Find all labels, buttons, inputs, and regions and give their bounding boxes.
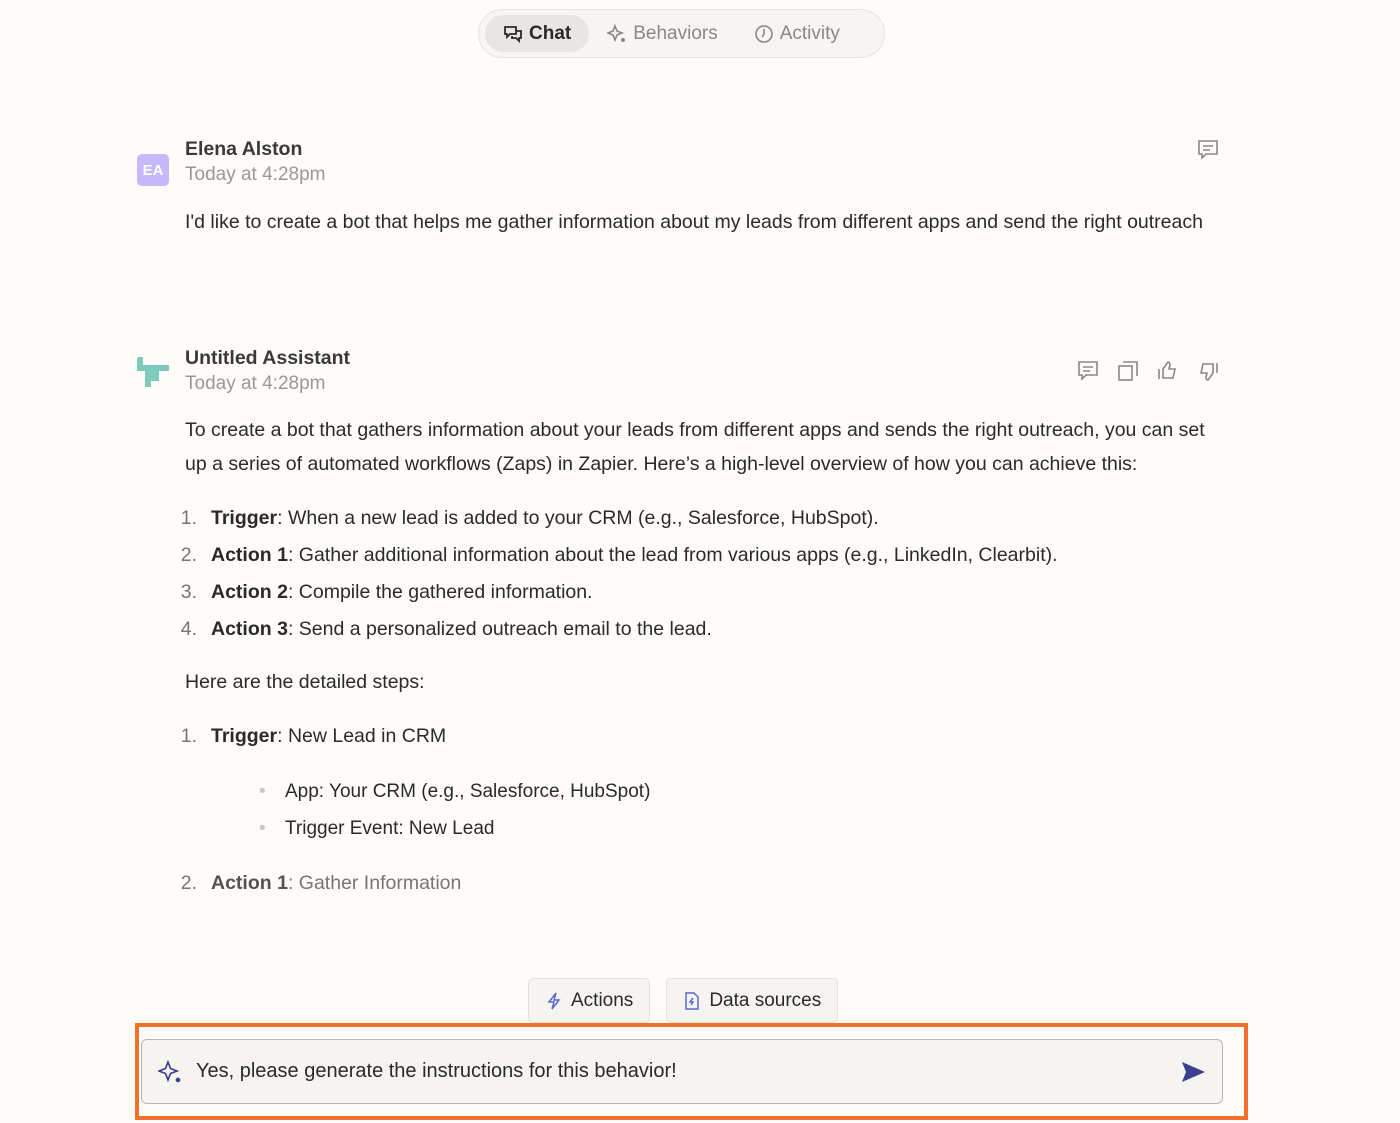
lightning-icon: [547, 992, 561, 1009]
list-item: 3. Action 2: Compile the gathered informa…: [180, 581, 593, 603]
timestamp: Today at 4:28pm: [185, 373, 326, 394]
thumbs-up-icon[interactable]: [1156, 359, 1180, 383]
tab-label: Behaviors: [633, 22, 718, 44]
intro-text: To create a bot that gathers information…: [185, 419, 1205, 475]
author-name: Untitled Assistant: [185, 347, 351, 369]
tab-behaviors[interactable]: Behaviors: [589, 15, 736, 52]
thumbs-down-icon[interactable]: [1196, 359, 1220, 383]
clock-icon: [754, 24, 773, 43]
chat-icon: [504, 25, 522, 43]
comment-icon[interactable]: [1076, 359, 1100, 383]
sparkle-icon: [158, 1059, 181, 1082]
list-item: 4. Action 3: Send a personalized outreach…: [180, 618, 712, 640]
comment-icon[interactable]: [1196, 138, 1220, 162]
sparkle-icon: [607, 23, 626, 42]
copy-icon[interactable]: [1116, 359, 1140, 383]
tab-label: Chat: [529, 22, 572, 44]
steps-heading: Here are the detailed steps:: [185, 671, 425, 693]
list-item: 1. Trigger: New Lead in CRM: [180, 725, 447, 747]
assistant-logo-icon: [137, 357, 169, 387]
list-item: 2. Action 1: Gather additional informatio…: [180, 544, 1058, 566]
tab-label: Activity: [779, 22, 840, 44]
view-tabs: Chat Behaviors Activity: [478, 9, 885, 58]
bullet-item: • Trigger Event: New Lead: [259, 818, 495, 839]
author-name: Elena Alston: [185, 138, 303, 160]
bullet-item: • App: Your CRM (e.g., Salesforce, HubSpo…: [259, 781, 651, 802]
document-icon: [685, 991, 700, 1010]
tab-activity[interactable]: Activity: [736, 15, 858, 52]
list-item: 2. Action 1: Gather Information: [180, 872, 462, 894]
assistant-message: Untitled Assistant Today at 4:28pm To cr…: [137, 347, 1222, 947]
avatar: EA: [137, 154, 169, 186]
data-sources-button[interactable]: Data sources: [666, 978, 839, 1023]
list-item: 1. Trigger: When a new lead is added to y…: [180, 507, 879, 529]
input-value: Yes, please generate the instructions fo…: [196, 1060, 677, 1082]
tab-chat[interactable]: Chat: [485, 15, 590, 52]
timestamp: Today at 4:28pm: [185, 164, 326, 185]
overview-list: 1. Trigger: When a new lead is added to y…: [181, 500, 1225, 648]
message-text: I'd like to create a bot that helps me g…: [185, 211, 1203, 233]
message-input[interactable]: Yes, please generate the instructions fo…: [141, 1039, 1223, 1104]
user-message: EA Elena Alston Today at 4:28pm I'd like…: [137, 138, 1222, 278]
composer-chips: Actions Data sources: [528, 978, 839, 1023]
send-icon[interactable]: [1180, 1060, 1206, 1084]
actions-button[interactable]: Actions: [528, 978, 651, 1023]
